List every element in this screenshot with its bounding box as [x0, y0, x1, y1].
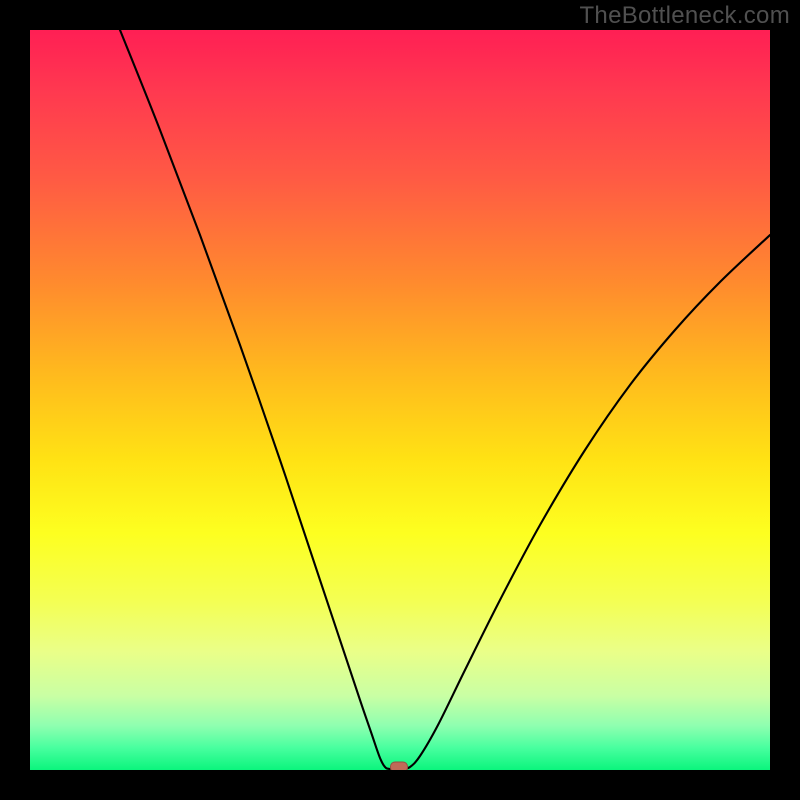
curve-svg [30, 30, 770, 770]
watermark-text: TheBottleneck.com [579, 2, 790, 30]
chart-frame: TheBottleneck.com [0, 0, 800, 800]
plot-area [30, 30, 770, 770]
min-marker [390, 762, 408, 771]
bottleneck-curve [120, 30, 770, 769]
